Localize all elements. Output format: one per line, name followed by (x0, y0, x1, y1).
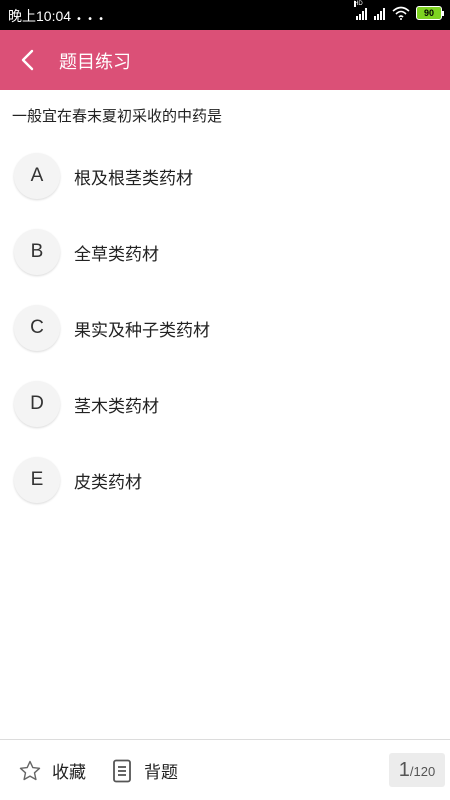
current-question-number: 1 (398, 759, 410, 781)
option-letter: D (14, 381, 60, 427)
favorite-button[interactable]: 收藏 (18, 758, 86, 783)
option-c[interactable]: C 果实及种子类药材 (0, 298, 450, 358)
total-questions: /120 (409, 764, 436, 779)
signal-hd-label: HD (354, 1, 363, 7)
page-title: 题目练习 (59, 52, 131, 73)
signal-hd-icon: HD (354, 1, 368, 20)
option-label: 皮类药材 (74, 473, 142, 493)
document-icon (113, 759, 131, 782)
notification-dots: • • • (76, 14, 106, 25)
option-label: 全草类药材 (74, 245, 159, 265)
option-label: 根及根茎类药材 (74, 169, 193, 189)
battery-level: 90 (423, 8, 434, 18)
star-icon (19, 760, 41, 780)
option-letter: B (14, 229, 60, 275)
option-letter: E (14, 457, 60, 503)
signal-icon (374, 6, 386, 20)
memorize-label: 背题 (144, 763, 178, 783)
option-letter: C (14, 305, 60, 351)
status-bar: 晚上10:04 • • • HD 90 (0, 0, 450, 30)
bottom-toolbar: 收藏 背题 1 /120 (0, 739, 450, 800)
option-label: 果实及种子类药材 (74, 321, 210, 341)
wifi-icon (392, 6, 410, 20)
question-counter[interactable]: 1 /120 (389, 753, 445, 787)
option-d[interactable]: D 茎木类药材 (0, 374, 450, 434)
option-b[interactable]: B 全草类药材 (0, 222, 450, 282)
status-time: 晚上10:04 (8, 8, 72, 24)
status-icons: HD 90 (354, 1, 444, 20)
battery-icon: 90 (416, 6, 444, 20)
question-text: 一般宜在春末夏初采收的中药是 (12, 107, 223, 125)
option-a[interactable]: A 根及根茎类药材 (0, 146, 450, 206)
option-letter: A (14, 153, 60, 199)
app-header: 题目练习 (0, 30, 450, 90)
memorize-button[interactable]: 背题 (112, 758, 178, 783)
option-label: 茎木类药材 (74, 397, 159, 417)
chevron-left-icon[interactable] (14, 46, 42, 74)
option-e[interactable]: E 皮类药材 (0, 450, 450, 510)
favorite-label: 收藏 (52, 763, 86, 783)
